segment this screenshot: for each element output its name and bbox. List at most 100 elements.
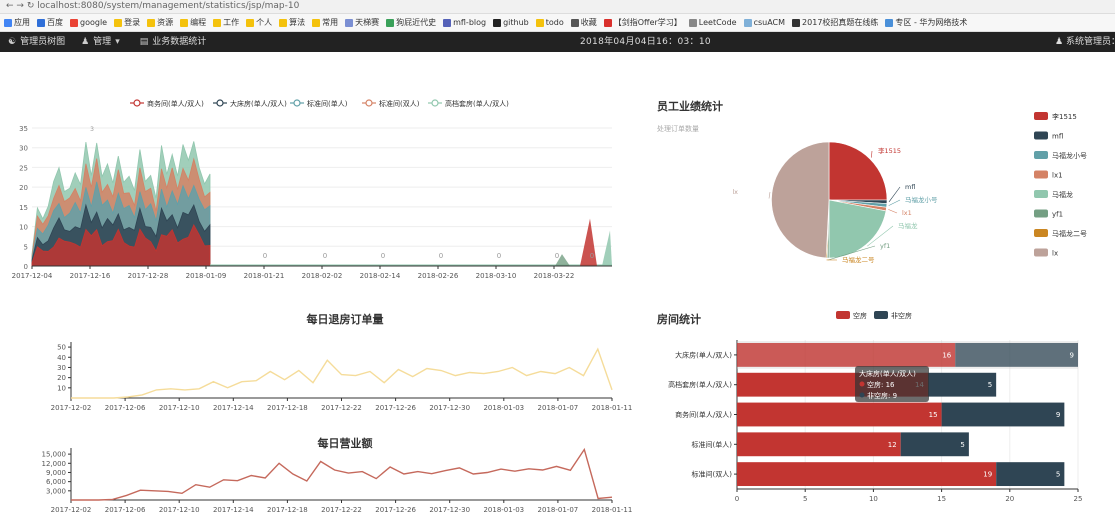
line-x-tick: 2017-12-14 <box>213 506 254 514</box>
line-y-tick: 50 <box>57 344 66 352</box>
bar-value-label: 15 <box>929 411 938 419</box>
bar-tooltip-line: 非空房: 9 <box>867 391 897 400</box>
bar-value-label: 12 <box>888 441 897 449</box>
pie-label-line <box>871 150 873 158</box>
line-y-tick: 40 <box>57 354 66 362</box>
area-y-tick: 30 <box>19 145 28 153</box>
bar-segment-vacant[interactable] <box>737 462 997 487</box>
line-x-tick: 2017-12-22 <box>321 506 362 514</box>
pie-legend-label[interactable]: mfl <box>1052 133 1063 141</box>
area-x-tick: 2018-02-26 <box>418 272 459 280</box>
pie-legend-swatch <box>1034 190 1048 198</box>
area-y-tick: 20 <box>19 184 28 192</box>
area-legend-label[interactable]: 标准间(双人) <box>379 99 420 108</box>
bar-x-tick: 15 <box>937 495 946 503</box>
revenue-line-body: 3,0006,0009,00012,00015,000 2017-12-02 201… <box>42 447 632 514</box>
area-zero-label: 0 <box>381 252 385 260</box>
bar-segment-vacant[interactable] <box>737 342 956 367</box>
pie-label: 马福龙小号 <box>905 195 938 204</box>
area-legend-label[interactable]: 大床房(单人/双人) <box>230 99 287 108</box>
pie-label: 李1515 <box>878 146 901 155</box>
pie-slices[interactable]: 李1515 mfl 马福龙小号 lx1 马福龙 yf1 马福龙二号 lx <box>732 141 938 264</box>
pie-label: 马福龙 <box>898 221 918 230</box>
pie-label: lx <box>732 188 738 196</box>
area-legend-label[interactable]: 标准间(单人) <box>307 99 348 108</box>
pie-legend-swatch <box>1034 170 1048 179</box>
bar-segment-occupied[interactable] <box>996 462 1065 487</box>
bar-category-label: 商务间(单人/双人) <box>675 410 732 419</box>
area-series: 0 0 0 0 0 0 0 3 <box>31 126 612 267</box>
area-legend-marker <box>133 99 141 107</box>
area-peak-label: 3 <box>90 126 94 133</box>
bar-tooltip-dot <box>859 381 865 387</box>
bar-legend-swatch <box>836 311 850 319</box>
bar-x-tick: 5 <box>803 495 807 503</box>
pie-label: 马福龙二号 <box>842 255 875 264</box>
line-x-tick: 2017-12-18 <box>267 506 308 514</box>
line-series[interactable] <box>71 447 613 501</box>
dashboard-charts: 商务间(单人/双人) 大床房(单人/双人) 标准间(单人) 标准间(双人) 高档套房(单… <box>12 99 1087 514</box>
bar-segment-occupied[interactable] <box>900 432 969 457</box>
bar-value-label: 16 <box>942 351 951 359</box>
area-y-tick: 15 <box>19 204 28 212</box>
area-x-tick: 2018-01-21 <box>244 272 285 280</box>
bar-segment-vacant[interactable] <box>737 432 901 457</box>
pie-slice[interactable] <box>771 141 830 259</box>
bar-x-tick: 0 <box>735 495 739 503</box>
line-series[interactable] <box>71 347 613 399</box>
pie-legend[interactable]: 李1515 mfl 马福龙小号 lx1 马福龙 yf1 马福龙二号 lx <box>1034 112 1087 258</box>
bar-category-label: 大床房(单人/双人) <box>675 350 732 359</box>
area-zero-label: 0 <box>263 252 267 260</box>
pie-label-line <box>768 191 771 199</box>
bar-segment-occupied[interactable] <box>927 372 997 397</box>
pie-legend-swatch <box>1034 209 1048 218</box>
pie-legend-label[interactable]: lx <box>1052 250 1058 258</box>
bar-value-label: 5 <box>1056 471 1060 479</box>
area-zero-label: 0 <box>555 252 559 260</box>
area-legend-marker <box>431 99 439 107</box>
line-x-tick: 2017-12-02 <box>51 404 92 412</box>
area-y-tick: 10 <box>19 224 28 232</box>
bar-legend-label[interactable]: 空房 <box>853 311 867 320</box>
area-x-tick: 2017-12-28 <box>128 272 169 280</box>
area-spike <box>580 218 597 266</box>
area-axis: 2017-12-04 2017-12-16 2017-12-28 2018-01-09… <box>12 265 612 280</box>
pie-subtitle: 处理订单数量 <box>657 124 699 133</box>
pie-label: mfl <box>905 183 915 191</box>
pie-legend-label[interactable]: 马福龙二号 <box>1052 229 1087 238</box>
bar-legend-swatch <box>874 311 888 319</box>
area-x-tick: 2018-02-14 <box>360 272 401 280</box>
line-x-tick: 2018-01-07 <box>538 404 579 412</box>
line-y-tick: 20 <box>57 374 66 382</box>
line-x-tick: 2017-12-10 <box>159 506 200 514</box>
bar-x-tick: 10 <box>869 495 878 503</box>
area-x-tick: 2017-12-04 <box>12 272 53 280</box>
line-x-tick: 2018-01-07 <box>538 506 579 514</box>
line-x-tick: 2017-12-30 <box>429 506 470 514</box>
area-legend-marker <box>216 99 224 107</box>
pie-legend-label[interactable]: lx1 <box>1052 172 1063 180</box>
bar-category-label: 标准间(单人) <box>692 440 733 449</box>
bar-segment-occupied[interactable] <box>941 402 1065 427</box>
line-x-tick: 2017-12-06 <box>105 506 146 514</box>
bar-value-label: 19 <box>983 471 992 479</box>
area-legend-label[interactable]: 商务间(单人/双人) <box>147 99 204 108</box>
pie-legend-label[interactable]: yf1 <box>1052 211 1063 219</box>
pie-legend-label[interactable]: 李1515 <box>1052 112 1077 121</box>
bar-value-label: 9 <box>1070 351 1074 359</box>
pie-label-line <box>888 199 901 206</box>
room-type-area-chart: 商务间(单人/双人) 大床房(单人/双人) 标准间(单人) 标准间(双人) 高档套房(单… <box>12 99 612 280</box>
bar-x-tick: 25 <box>1074 495 1083 503</box>
area-legend-label[interactable]: 高档套房(单人/双人) <box>445 99 509 108</box>
bar-legend-label[interactable]: 非空房 <box>891 311 912 320</box>
bar-segment-vacant[interactable] <box>737 402 942 427</box>
area-x-tick: 2017-12-16 <box>70 272 111 280</box>
bar-tooltip: 大床房(单人/双人) 空房: 16 非空房: 9 <box>855 366 929 402</box>
bar-segment-occupied[interactable] <box>955 342 1078 367</box>
bar-tooltip-dot <box>859 392 865 398</box>
line-y-tick: 3,000 <box>46 487 66 495</box>
pie-legend-label[interactable]: 马福龙 <box>1052 190 1073 199</box>
area-legend[interactable]: 商务间(单人/双人) 大床房(单人/双人) 标准间(单人) 标准间(双人) 高档套房(单… <box>130 99 509 108</box>
bar-category-label: 标准间(双人) <box>692 470 733 479</box>
pie-legend-label[interactable]: 马福龙小号 <box>1052 151 1087 160</box>
